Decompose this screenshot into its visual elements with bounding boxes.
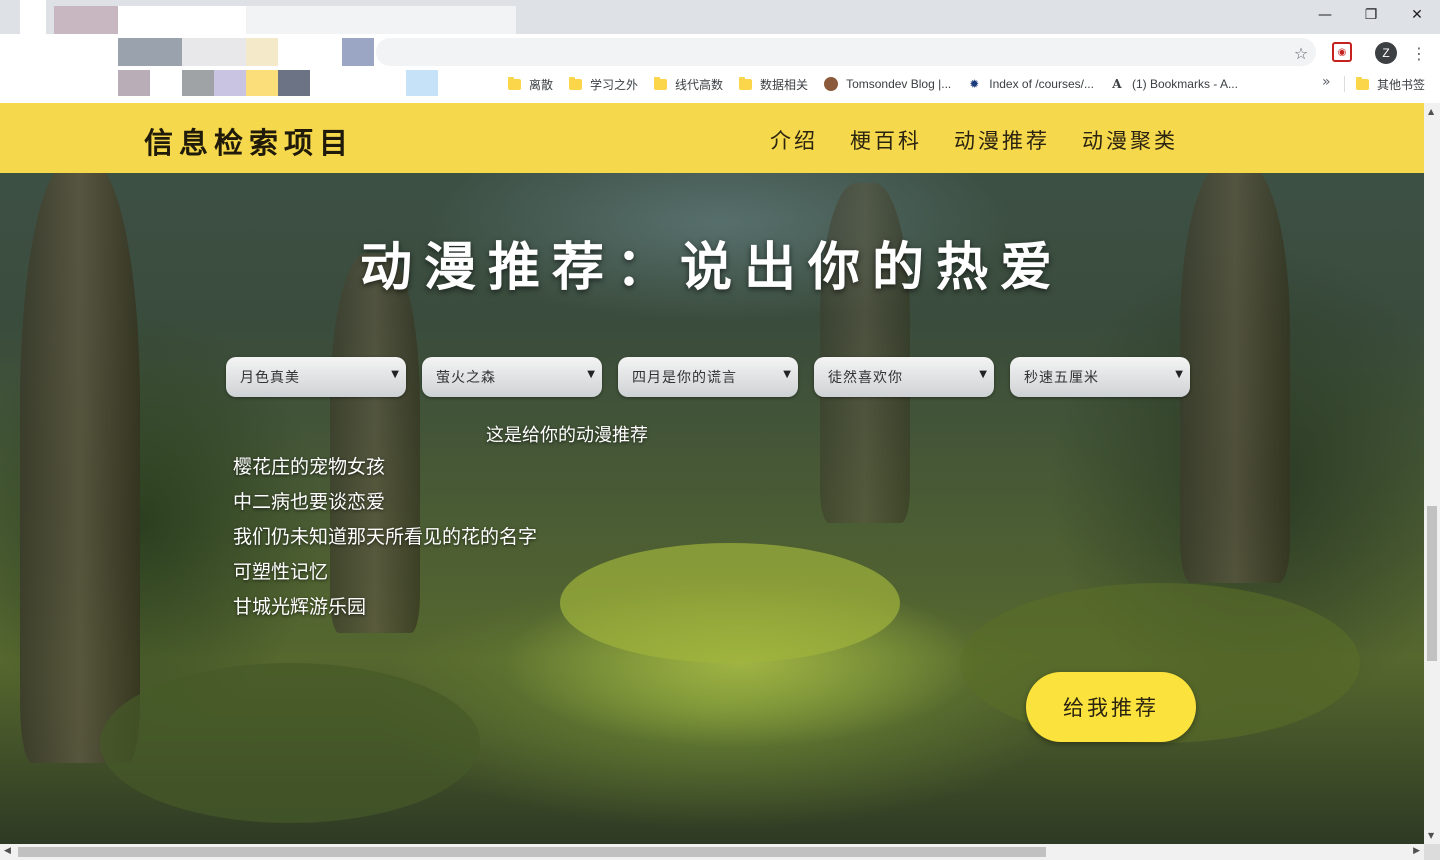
anime-select-3[interactable]: 四月是你的谎言 ▼	[618, 357, 798, 397]
blurred-region	[20, 0, 46, 34]
blurred-region	[406, 70, 438, 96]
minimize-icon[interactable]: —	[1302, 0, 1348, 30]
nav-link-anime-recommend[interactable]: 动漫推荐	[954, 125, 1050, 155]
bookmark-folder[interactable]: 数据相关	[731, 76, 816, 93]
blurred-region	[182, 38, 246, 66]
dropdown-arrow-icon: ▼	[1175, 369, 1184, 380]
bookmark-label: 数据相关	[760, 77, 809, 92]
bookmark-folder[interactable]: 离散	[500, 76, 561, 93]
blurred-region	[118, 70, 150, 96]
dropdown-arrow-icon: ▼	[391, 369, 400, 380]
browser-chrome: — ❐ ✕ ☆ ⋮ ◉ Z 离散 学习之外 线代高数 数据相关 Tomsonde…	[0, 0, 1440, 103]
anime-select-1[interactable]: 月色真美 ▼	[226, 357, 406, 397]
blurred-region	[246, 6, 516, 34]
page-viewport: 信息检索项目 介绍 梗百科 动漫推荐 动漫聚类 动漫推荐：说出你的热爱 月色真美…	[0, 103, 1424, 844]
nav-link-intro[interactable]: 介绍	[770, 125, 818, 155]
site-navbar: 信息检索项目 介绍 梗百科 动漫推荐 动漫聚类	[0, 103, 1424, 173]
dropdown-arrow-icon: ▼	[783, 369, 792, 380]
forest-background-image	[0, 103, 1424, 844]
blurred-region	[118, 38, 182, 66]
bookmarks-divider	[1344, 76, 1345, 92]
avatar-favicon	[824, 77, 839, 91]
bookmark-label: Tomsondev Blog |...	[846, 77, 952, 91]
bookmark-folder[interactable]: 线代高数	[646, 76, 731, 93]
select-value: 月色真美	[240, 370, 300, 386]
blurred-region	[182, 70, 214, 96]
other-bookmarks-label: 其他书签	[1377, 77, 1426, 92]
horizontal-scrollbar[interactable]: ◀ ▶	[0, 844, 1424, 860]
bookmark-label: 离散	[529, 77, 554, 92]
list-item: 甘城光辉游乐园	[233, 596, 367, 618]
bookmark-label: 学习之外	[590, 77, 639, 92]
folder-icon	[569, 76, 583, 90]
scroll-left-arrow-icon[interactable]: ◀	[4, 846, 11, 856]
anime-select-2[interactable]: 萤火之森 ▼	[422, 357, 602, 397]
anime-select-5[interactable]: 秒速五厘米 ▼	[1010, 357, 1190, 397]
window-controls: — ❐ ✕	[1302, 0, 1440, 30]
select-value: 萤火之森	[436, 370, 496, 386]
address-bar[interactable]	[376, 38, 1316, 66]
site-brand[interactable]: 信息检索项目	[144, 120, 354, 162]
blurred-region	[278, 70, 310, 96]
anime-select-row: 月色真美 ▼ 萤火之森 ▼ 四月是你的谎言 ▼ 徒然喜欢你 ▼ 秒速五厘米 ▼	[226, 357, 1190, 397]
scroll-down-arrow-icon[interactable]: ▼	[1428, 831, 1434, 840]
profile-avatar[interactable]: Z	[1375, 42, 1397, 64]
bookmark-label: 线代高数	[675, 77, 724, 92]
gear-favicon: ✹	[969, 77, 980, 91]
dropdown-arrow-icon: ▼	[979, 369, 988, 380]
blurred-region	[246, 38, 278, 66]
other-bookmarks[interactable]: 其他书签	[1356, 70, 1425, 98]
letter-a-favicon: A	[1112, 77, 1122, 91]
list-item: 樱花庄的宠物女孩	[233, 456, 386, 478]
blurred-region	[214, 70, 246, 96]
folder-icon	[654, 76, 668, 90]
dropdown-arrow-icon: ▼	[587, 369, 596, 380]
tab-strip	[0, 0, 1440, 34]
blurred-region	[246, 70, 278, 96]
close-icon[interactable]: ✕	[1394, 0, 1440, 30]
nav-link-meme-wiki[interactable]: 梗百科	[850, 125, 922, 155]
kebab-menu-icon[interactable]: ⋮	[1408, 42, 1430, 64]
bookmark-link[interactable]: A (1) Bookmarks - A...	[1102, 77, 1246, 91]
blurred-region	[54, 6, 118, 34]
restore-icon[interactable]: ❐	[1348, 0, 1394, 30]
bookmark-label: (1) Bookmarks - A...	[1131, 77, 1238, 91]
bookmark-folder[interactable]: 学习之外	[561, 76, 646, 93]
moss-patch	[100, 663, 480, 823]
vertical-scroll-thumb[interactable]	[1427, 506, 1437, 661]
folder-icon	[508, 76, 521, 90]
browser-toolbar: ☆ ⋮	[0, 34, 1440, 70]
recommendation-list: 樱花庄的宠物女孩 中二病也要谈恋爱 我们仍未知道那天所看见的花的名字 可塑性记忆…	[233, 450, 537, 625]
scroll-up-arrow-icon[interactable]: ▲	[1428, 107, 1434, 116]
list-item: 中二病也要谈恋爱	[233, 491, 386, 513]
bookmark-label: Index of /courses/...	[989, 77, 1094, 91]
folder-icon	[1356, 76, 1369, 90]
active-tab[interactable]	[118, 6, 246, 34]
nav-links: 介绍 梗百科 动漫推荐 动漫聚类	[770, 125, 1178, 155]
scrollbar-corner	[1424, 844, 1440, 860]
nav-link-anime-cluster[interactable]: 动漫聚类	[1082, 125, 1178, 155]
bookmarks-bar: 离散 学习之外 线代高数 数据相关 Tomsondev Blog |... ✹ …	[500, 70, 1246, 98]
select-value: 徒然喜欢你	[828, 370, 903, 386]
star-icon[interactable]: ☆	[1290, 42, 1312, 64]
bookmarks-overflow-chevron-icon[interactable]: »	[1322, 74, 1331, 90]
result-heading: 这是给你的动漫推荐	[486, 425, 648, 446]
page-title: 动漫推荐：说出你的热爱	[359, 237, 1064, 298]
scroll-right-arrow-icon[interactable]: ▶	[1413, 846, 1420, 856]
folder-icon	[739, 76, 753, 90]
anime-select-4[interactable]: 徒然喜欢你 ▼	[814, 357, 994, 397]
list-item: 可塑性记忆	[233, 561, 329, 583]
list-item: 我们仍未知道那天所看见的花的名字	[233, 526, 538, 548]
select-value: 四月是你的谎言	[632, 370, 737, 386]
recommend-button[interactable]: 给我推荐	[1026, 672, 1196, 742]
select-value: 秒速五厘米	[1024, 370, 1099, 386]
vertical-scrollbar[interactable]: ▲ ▼	[1424, 103, 1440, 844]
horizontal-scroll-thumb[interactable]	[18, 847, 1046, 857]
bookmark-link[interactable]: Tomsondev Blog |...	[816, 77, 959, 91]
moss-patch	[560, 543, 900, 663]
bookmark-link[interactable]: ✹ Index of /courses/...	[959, 77, 1102, 91]
pocket-icon[interactable]: ◉	[1332, 42, 1352, 62]
blurred-region	[342, 38, 374, 66]
